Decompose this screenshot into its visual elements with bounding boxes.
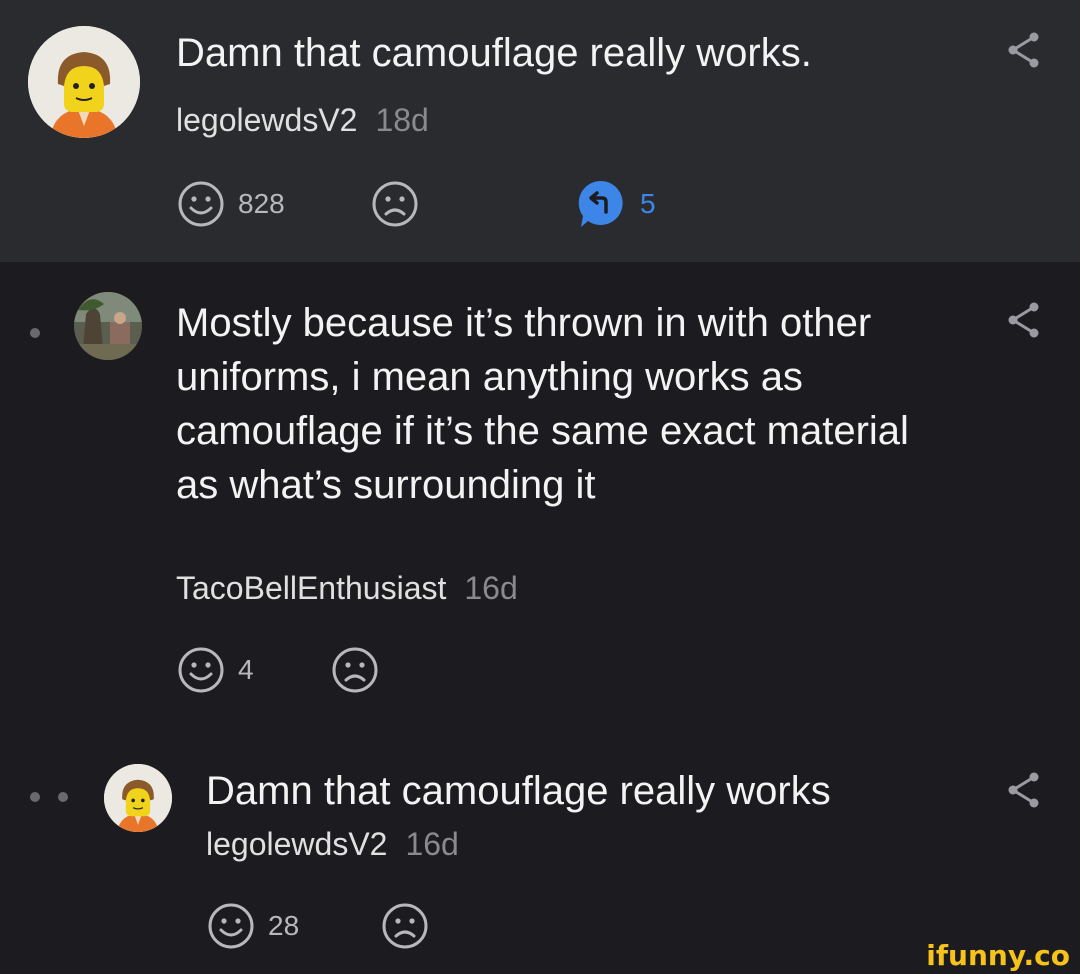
thread-depth-dot xyxy=(58,792,68,802)
smile-icon xyxy=(208,903,254,949)
comment-text: Mostly because it’s thrown in with other… xyxy=(176,301,921,507)
avatar[interactable] xyxy=(28,26,140,138)
comment-text: Damn that camouflage really works. xyxy=(176,31,812,75)
thread-depth-dot xyxy=(30,792,40,802)
like-count: 28 xyxy=(268,910,300,941)
reply-count: 5 xyxy=(640,188,656,219)
ifunny-watermark: ifunny.co xyxy=(926,939,1070,972)
author-name[interactable]: TacoBellEnthusiast xyxy=(176,570,446,606)
frown-icon xyxy=(332,647,378,693)
comment-actions: 4 xyxy=(176,644,436,696)
comment-meta: TacoBellEnthusiast 16d xyxy=(176,568,518,608)
like-button[interactable]: 28 xyxy=(206,900,299,952)
comment-card: Damn that camouflage really works legole… xyxy=(0,722,1080,974)
like-count: 4 xyxy=(238,654,254,685)
comment-actions: 28 xyxy=(206,900,466,952)
avatar[interactable] xyxy=(104,764,172,832)
comment-text: Damn that camouflage really works xyxy=(206,769,831,813)
smile-icon xyxy=(178,647,224,693)
frown-icon xyxy=(372,181,418,227)
frown-icon xyxy=(382,903,428,949)
comment-actions: 828 5 xyxy=(176,178,696,230)
dislike-button[interactable] xyxy=(330,644,380,696)
comment-meta: legolewdsV2 16d xyxy=(206,824,459,864)
author-name[interactable]: legolewdsV2 xyxy=(176,102,357,138)
dislike-button[interactable] xyxy=(380,900,430,952)
share-icon[interactable] xyxy=(1004,770,1044,810)
comment-card: Damn that camouflage really works. legol… xyxy=(0,0,1080,262)
like-count: 828 xyxy=(238,188,285,219)
like-button[interactable]: 4 xyxy=(176,644,254,696)
thread-depth-dot xyxy=(30,328,40,338)
reply-button[interactable]: 5 xyxy=(576,178,656,230)
share-icon[interactable] xyxy=(1004,30,1044,70)
like-button[interactable]: 828 xyxy=(176,178,285,230)
author-name[interactable]: legolewdsV2 xyxy=(206,826,387,862)
comment-meta: legolewdsV2 18d xyxy=(176,100,429,140)
comment-age: 18d xyxy=(375,102,429,138)
comment-card: Mostly because it’s thrown in with other… xyxy=(0,262,1080,722)
smile-icon xyxy=(178,181,224,227)
share-icon[interactable] xyxy=(1004,300,1044,340)
dislike-button[interactable] xyxy=(370,178,420,230)
reply-icon xyxy=(578,180,623,227)
comment-age: 16d xyxy=(464,570,518,606)
avatar[interactable] xyxy=(74,292,142,360)
comment-age: 16d xyxy=(405,826,459,862)
